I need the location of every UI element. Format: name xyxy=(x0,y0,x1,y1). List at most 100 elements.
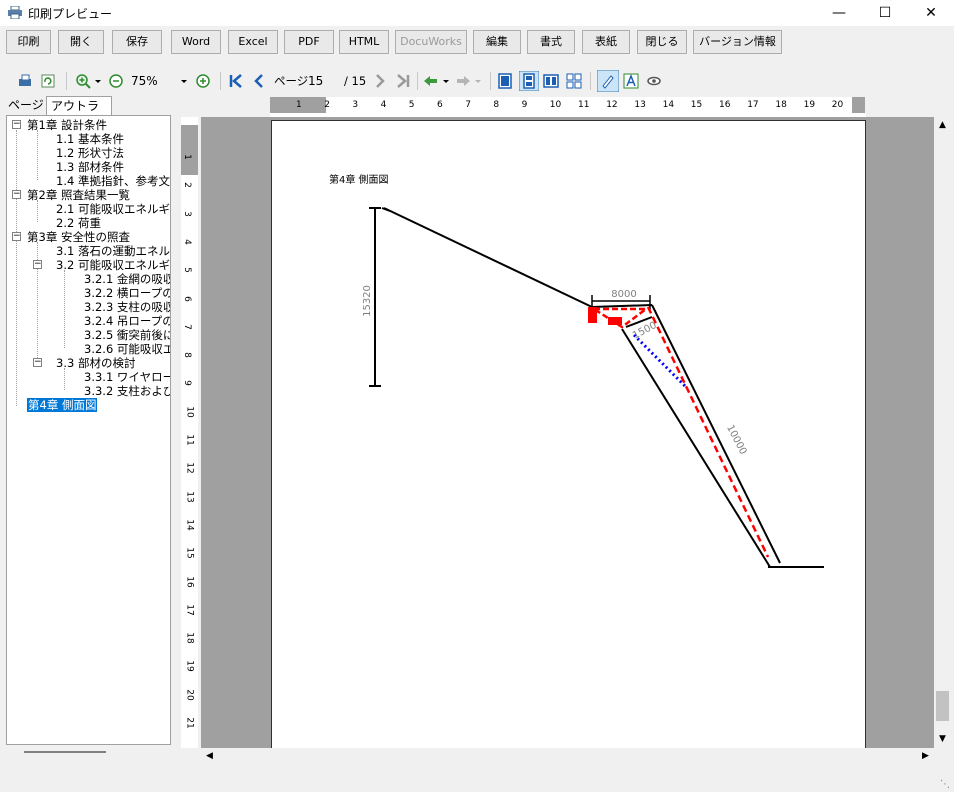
tab-outline[interactable]: アウトライン xyxy=(46,96,112,131)
zoom-in-icon[interactable] xyxy=(75,73,91,89)
ruler-tick-label: 2 xyxy=(324,100,330,110)
outline-item[interactable]: 2.1 可能吸収エネルギー xyxy=(56,202,170,216)
collapse-toggle[interactable]: − xyxy=(33,358,42,367)
scroll-right-icon[interactable]: ▶ xyxy=(917,748,934,765)
docuworks-export-button[interactable]: DocuWorks xyxy=(395,30,467,54)
outline-item[interactable]: 1.2 形状寸法 xyxy=(56,146,124,160)
outline-item[interactable]: 1.4 準拠指針、参考文献 xyxy=(56,174,170,188)
ruler-tick-label: 10 xyxy=(184,405,195,418)
last-page-icon[interactable] xyxy=(395,73,411,89)
continuous-view-icon[interactable] xyxy=(519,71,539,91)
text-select-icon[interactable] xyxy=(623,73,639,89)
ruler-tick-label: 4 xyxy=(380,100,387,110)
scroll-up-icon[interactable]: ▲ xyxy=(934,117,951,134)
zoom-level-dropdown-icon[interactable] xyxy=(180,73,188,89)
format-button[interactable]: 書式 xyxy=(527,30,575,54)
collapse-toggle[interactable]: − xyxy=(12,120,21,129)
print-button[interactable]: 印刷 xyxy=(6,30,51,54)
page-number-input[interactable]: 15 xyxy=(308,72,340,90)
outline-item[interactable]: 3.2.4 吊ロープの吸収エネルギー xyxy=(84,314,170,328)
ruler-tick-label: 7 xyxy=(465,100,471,110)
minimize-button[interactable]: — xyxy=(816,0,862,26)
single-page-view-icon[interactable] xyxy=(497,73,513,89)
page-total-label: / 15 xyxy=(344,74,367,88)
outline-chapter-2[interactable]: 第2章 照査結果一覧 xyxy=(27,188,130,202)
ruler-tick-label: 14 xyxy=(184,519,195,531)
previous-page-icon[interactable] xyxy=(251,73,267,89)
outline-chapter-4-selected[interactable]: 第4章 側面図 xyxy=(27,398,98,412)
two-page-view-icon[interactable] xyxy=(543,73,559,89)
print-setup-icon[interactable] xyxy=(18,73,34,89)
outline-item[interactable]: 3.2.6 可能吸収エネルギー xyxy=(84,342,170,356)
scrollbar-thumb[interactable] xyxy=(936,691,949,721)
save-button[interactable]: 保存 xyxy=(112,30,162,54)
forward-arrow-icon[interactable] xyxy=(455,73,471,89)
outline-item[interactable]: 3.2.1 金網の吸収エネルギー xyxy=(84,272,170,286)
top-dimension-label: 8000 xyxy=(611,289,636,300)
scroll-left-icon[interactable]: ◀ xyxy=(201,748,218,765)
vertical-scrollbar[interactable]: ▲ ▼ xyxy=(934,117,951,748)
outline-item[interactable]: 3.2.3 支柱の吸収エネルギー xyxy=(84,300,170,314)
pdf-export-button[interactable]: PDF xyxy=(284,30,334,54)
cover-button[interactable]: 表紙 xyxy=(582,30,630,54)
scrollbar-thumb[interactable] xyxy=(24,751,106,753)
outline-chapter-3[interactable]: 第3章 安全性の照査 xyxy=(27,230,130,244)
zoom-dropdown-icon[interactable] xyxy=(94,73,102,89)
html-export-button[interactable]: HTML xyxy=(339,30,389,54)
slope-line xyxy=(381,207,391,212)
back-arrow-icon[interactable] xyxy=(423,73,439,89)
ruler-tick-label: 5 xyxy=(408,100,415,110)
maximize-button[interactable]: ☐ xyxy=(862,0,908,26)
outline-item[interactable]: 3.3.1 ワイヤロープの xyxy=(84,370,170,384)
ruler-tick-label: 19 xyxy=(803,100,816,110)
hand-tool-icon[interactable] xyxy=(597,70,619,92)
multi-page-view-icon[interactable] xyxy=(566,73,582,89)
zoom-out-icon[interactable] xyxy=(108,73,124,89)
outline-item[interactable]: 3.1 落石の運動エネルギー xyxy=(56,244,170,258)
ruler-tick-label: 11 xyxy=(578,100,590,110)
tree-line xyxy=(64,270,65,348)
collapse-toggle[interactable]: − xyxy=(12,232,21,241)
outline-item[interactable]: 1.3 部材条件 xyxy=(56,160,124,174)
outline-chapter-1[interactable]: 第1章 設計条件 xyxy=(27,118,107,132)
open-button[interactable]: 開く xyxy=(58,30,104,54)
outline-item[interactable]: 3.2.2 横ロープの吸収エネルギー xyxy=(84,286,170,300)
ruler-tick-label: 16 xyxy=(184,575,195,588)
scroll-down-icon[interactable]: ▼ xyxy=(934,731,951,748)
printer-icon xyxy=(8,6,22,19)
next-page-icon[interactable] xyxy=(372,73,388,89)
slope-dimension-label: 10000 xyxy=(724,423,748,456)
ruler-tick-label: 2 xyxy=(181,182,192,189)
outline-horizontal-scrollbar[interactable] xyxy=(6,745,171,759)
outline-item[interactable]: 3.2 可能吸収エネルギー xyxy=(56,258,170,272)
collapse-toggle[interactable]: − xyxy=(33,260,42,269)
ruler-tick-label: 1 xyxy=(296,100,302,110)
outline-item[interactable]: 2.2 荷重 xyxy=(56,216,101,230)
first-page-icon[interactable] xyxy=(228,73,244,89)
version-info-button[interactable]: バージョン情報 xyxy=(693,30,782,54)
back-dropdown-icon[interactable] xyxy=(442,73,450,89)
outline-item[interactable]: 3.3 部材の検討 xyxy=(56,356,135,370)
tab-pages[interactable]: ページ xyxy=(4,96,48,115)
annotation-icon[interactable] xyxy=(646,73,662,89)
refresh-icon[interactable] xyxy=(40,73,56,89)
tree-line xyxy=(64,368,65,390)
resize-grip-icon[interactable]: ⋱ xyxy=(940,779,950,790)
preview-canvas[interactable]: 第4章 側面図 15320 8000 1500 10000 xyxy=(201,117,934,748)
ruler-tick-label: 13 xyxy=(634,100,646,110)
close-window-button[interactable]: ✕ xyxy=(908,0,954,26)
forward-dropdown-icon[interactable] xyxy=(474,73,482,89)
edit-button[interactable]: 編集 xyxy=(473,30,521,54)
ruler-tick-label: 12 xyxy=(606,100,618,110)
outline-item[interactable]: 1.1 基本条件 xyxy=(56,132,124,146)
outline-item[interactable]: 3.2.5 衝突前後に xyxy=(84,328,170,342)
outline-item[interactable]: 3.3.2 支柱および所 xyxy=(84,384,170,398)
collapse-toggle[interactable]: − xyxy=(12,190,21,199)
horizontal-scrollbar[interactable]: ◀ ▶ xyxy=(201,748,934,765)
excel-export-button[interactable]: Excel xyxy=(228,30,278,54)
close-preview-button[interactable]: 閉じる xyxy=(637,30,687,54)
ruler-tick-label: 8 xyxy=(493,100,500,110)
zoom-fit-icon[interactable] xyxy=(195,73,211,89)
word-export-button[interactable]: Word xyxy=(171,30,221,54)
command-button-bar: 印刷 開く 保存 Word Excel PDF HTML DocuWorks 編… xyxy=(0,27,954,59)
